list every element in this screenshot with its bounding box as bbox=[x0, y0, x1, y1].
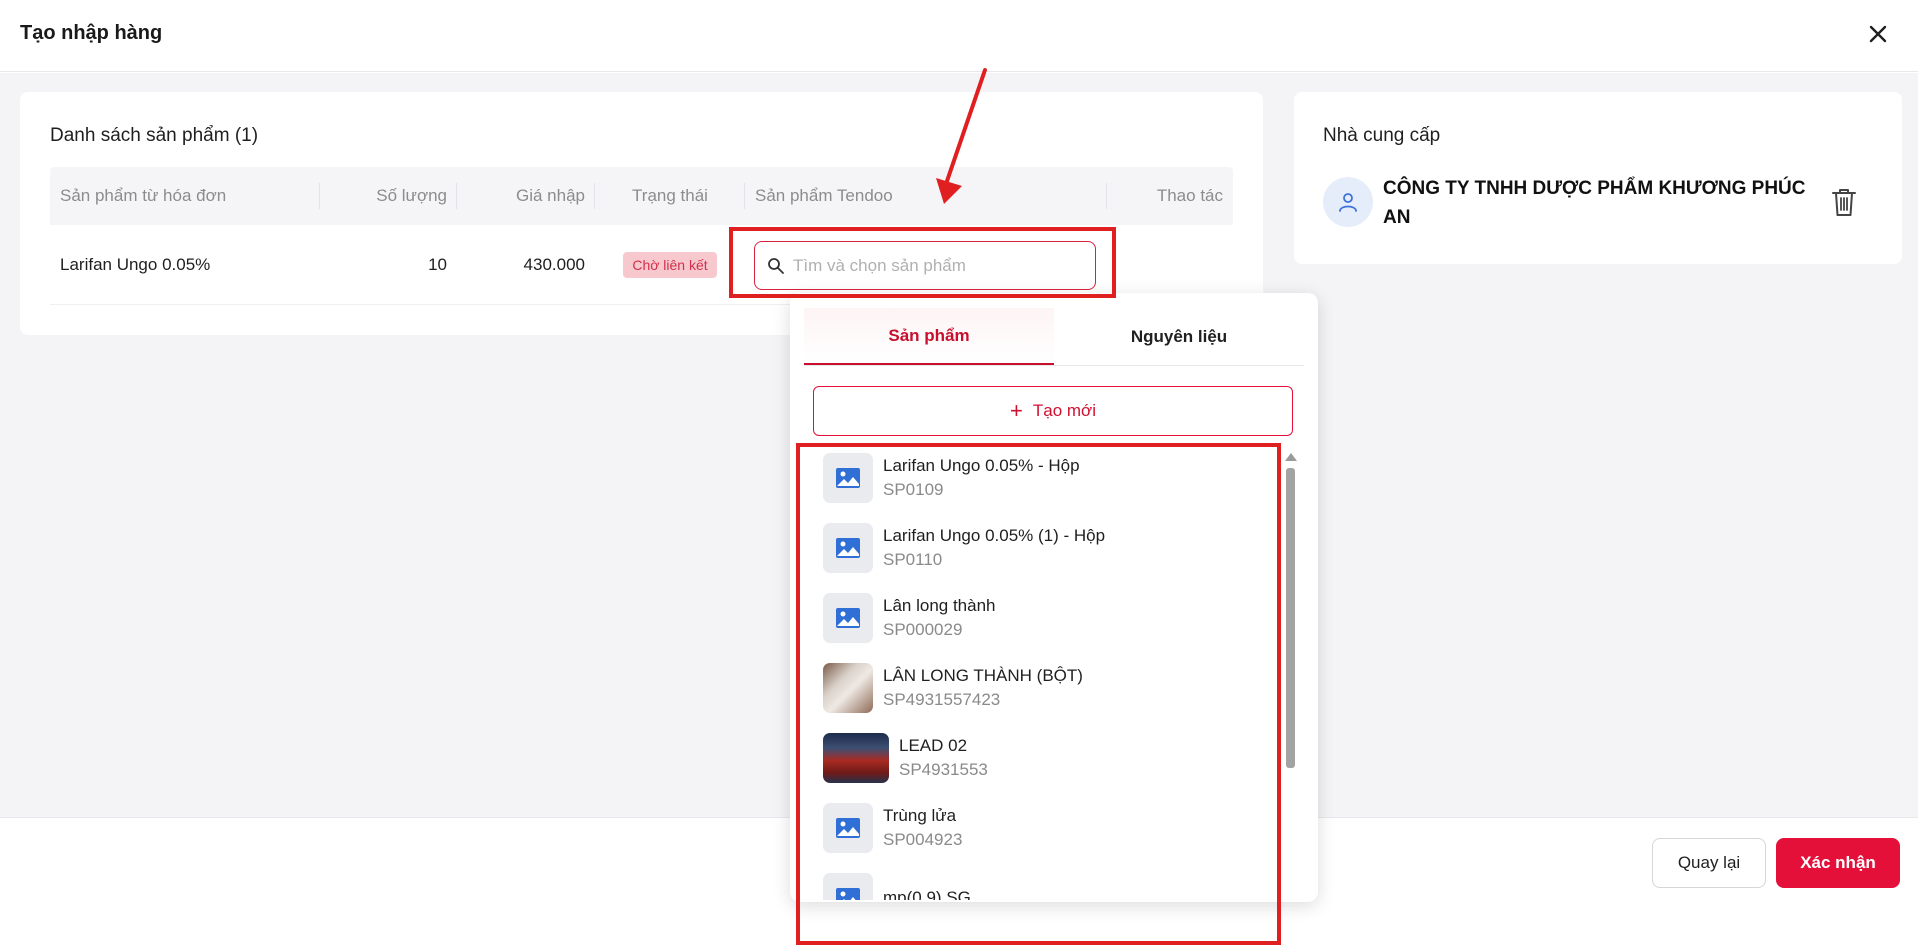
scroll-up-arrow-icon[interactable] bbox=[1285, 453, 1297, 461]
status-badge: Chờ liên kết bbox=[623, 251, 717, 278]
column-header-invoice-product: Sản phẩm từ hóa đơn bbox=[50, 183, 320, 209]
column-header-quantity: Số lượng bbox=[320, 183, 457, 209]
cell-product-name: Larifan Ungo 0.05% bbox=[60, 254, 211, 274]
dialog-header: Tạo nhập hàng bbox=[0, 0, 1918, 72]
dialog-title: Tạo nhập hàng bbox=[20, 22, 163, 44]
user-icon bbox=[1339, 193, 1357, 212]
tab-products[interactable]: Sản phẩm bbox=[804, 308, 1054, 365]
column-header-actions: Thao tác bbox=[1156, 186, 1223, 205]
back-button[interactable]: Quay lại bbox=[1652, 838, 1766, 888]
annotation-highlight-search bbox=[729, 227, 1116, 298]
supplier-title: Nhà cung cấp bbox=[1323, 125, 1441, 146]
column-header-status: Trạng thái bbox=[595, 183, 745, 209]
cell-price: 430.000 bbox=[523, 254, 585, 274]
cell-status: Chờ liên kết bbox=[595, 251, 745, 278]
plus-icon: + bbox=[1010, 398, 1023, 423]
supplier-name: CÔNG TY TNHH DƯỢC PHẨM KHƯƠNG PHÚC AN bbox=[1383, 178, 1806, 228]
close-button[interactable] bbox=[1862, 18, 1894, 50]
column-header-price: Giá nhập bbox=[457, 183, 595, 209]
supplier-avatar bbox=[1323, 177, 1373, 227]
confirm-button[interactable]: Xác nhận bbox=[1776, 838, 1900, 888]
tab-materials[interactable]: Nguyên liệu bbox=[1054, 308, 1304, 365]
product-list-title: Danh sách sản phẩm (1) bbox=[50, 125, 259, 146]
cell-quantity: 10 bbox=[428, 254, 447, 274]
create-new-label: Tạo mới bbox=[1032, 401, 1096, 420]
annotation-highlight-list bbox=[796, 443, 1281, 945]
scrollbar-thumb[interactable] bbox=[1286, 468, 1295, 768]
list-scrollbar[interactable] bbox=[1281, 453, 1297, 768]
supplier-card: Nhà cung cấp CÔNG TY TNHH DƯỢC PHẨM KHƯƠ… bbox=[1294, 92, 1902, 264]
column-header-tendoo-product: Sản phẩm Tendoo bbox=[745, 183, 1107, 209]
remove-supplier-button[interactable] bbox=[1830, 186, 1858, 223]
table-header: Sản phẩm từ hóa đơn Số lượng Giá nhập Tr… bbox=[50, 167, 1233, 225]
trash-icon bbox=[1832, 189, 1856, 216]
picker-tabs: Sản phẩm Nguyên liệu bbox=[804, 308, 1304, 366]
create-new-button[interactable]: + Tạo mới bbox=[813, 386, 1293, 436]
close-icon bbox=[1869, 25, 1887, 43]
